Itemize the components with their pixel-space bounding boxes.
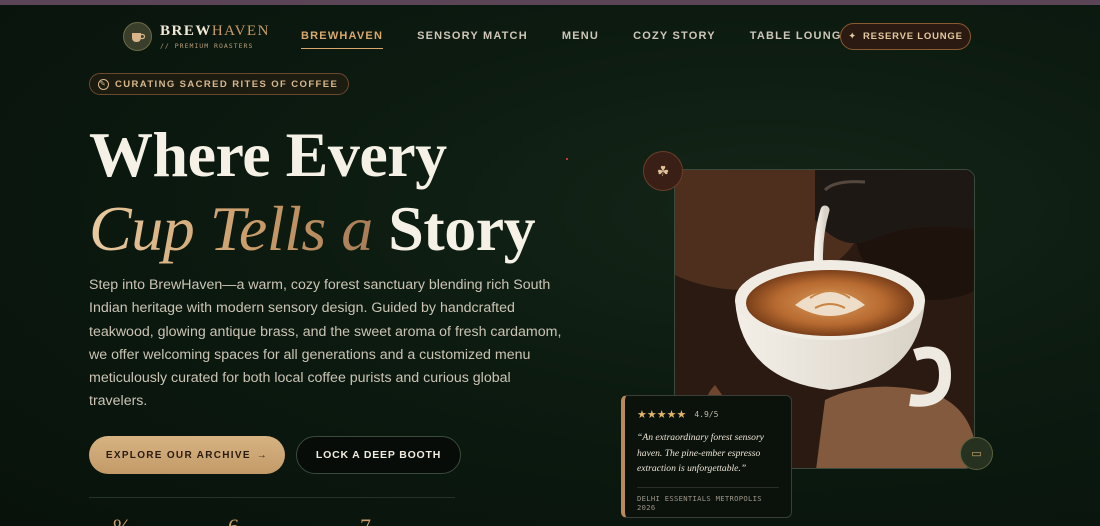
top-accent-bar [0,0,1100,5]
stat-glyph-icon: 7 [360,514,371,526]
arrow-right-icon: → [256,449,269,461]
main-nav: BREWHAVEN SENSORY MATCH MENU COZY STORY … [301,30,850,49]
headline-line1: Where Every [89,119,447,190]
hero-description: Step into BrewHaven—a warm, cozy forest … [89,277,562,410]
nav-item-cozy-story[interactable]: COZY STORY [633,30,716,49]
brand-logo-link[interactable]: BREWHAVEN // PREMIUM ROASTERS [123,22,270,51]
reserve-lounge-label: RESERVE LOUNGE [863,31,963,42]
stat-glyph-icon: 6 [228,514,239,526]
review-source: DELHI ESSENTIALS METROPOLIS 2026 [637,486,779,512]
rating-value: 4.9/5 [694,410,719,419]
nav-item-table-lounge[interactable]: TABLE LOUNGE [750,30,850,49]
stat-glyph-icon: % [113,514,131,526]
brand-name: BREWHAVEN [160,23,270,39]
compass-icon: ✎ [98,78,109,90]
coffee-cup-icon [123,22,152,51]
eyebrow-label: CURATING SACRED RITES OF COFFEE [115,78,339,90]
nav-item-sensory-match[interactable]: SENSORY MATCH [417,30,528,49]
eyebrow-badge: ✎ CURATING SACRED RITES OF COFFEE [89,73,350,95]
reserve-lounge-button[interactable]: ✦ RESERVE LOUNGE [840,23,971,50]
explore-archive-label: EXPLORE OUR ARCHIVE [105,449,251,461]
brand-subtitle: // PREMIUM ROASTERS [160,42,254,50]
star-icon: ★★★★★ [637,409,687,421]
hero-divider [89,497,455,498]
hero-headline: Where Every Cup Tells a Story [89,118,536,266]
rating-stars: ★★★★★ 4.9/5 [637,408,779,421]
nav-item-brewhaven[interactable]: BREWHAVEN [301,30,384,49]
menu-book-icon: ▭ [960,437,993,470]
leaf-icon: ☘ [643,151,683,191]
cursor-dot [566,158,568,160]
headline-italic: Cup Tells a [89,193,373,264]
review-quote: “An extraordinary forest sensory haven. … [637,432,764,475]
sparkle-icon: ✦ [848,31,858,42]
explore-archive-button[interactable]: EXPLORE OUR ARCHIVE → [89,436,285,474]
nav-item-menu[interactable]: MENU [562,30,599,49]
lock-booth-button[interactable]: LOCK A DEEP BOOTH [296,436,461,474]
review-card: ★★★★★ 4.9/5 “An extraordinary forest sen… [621,395,792,518]
headline-end: Story [388,193,536,264]
